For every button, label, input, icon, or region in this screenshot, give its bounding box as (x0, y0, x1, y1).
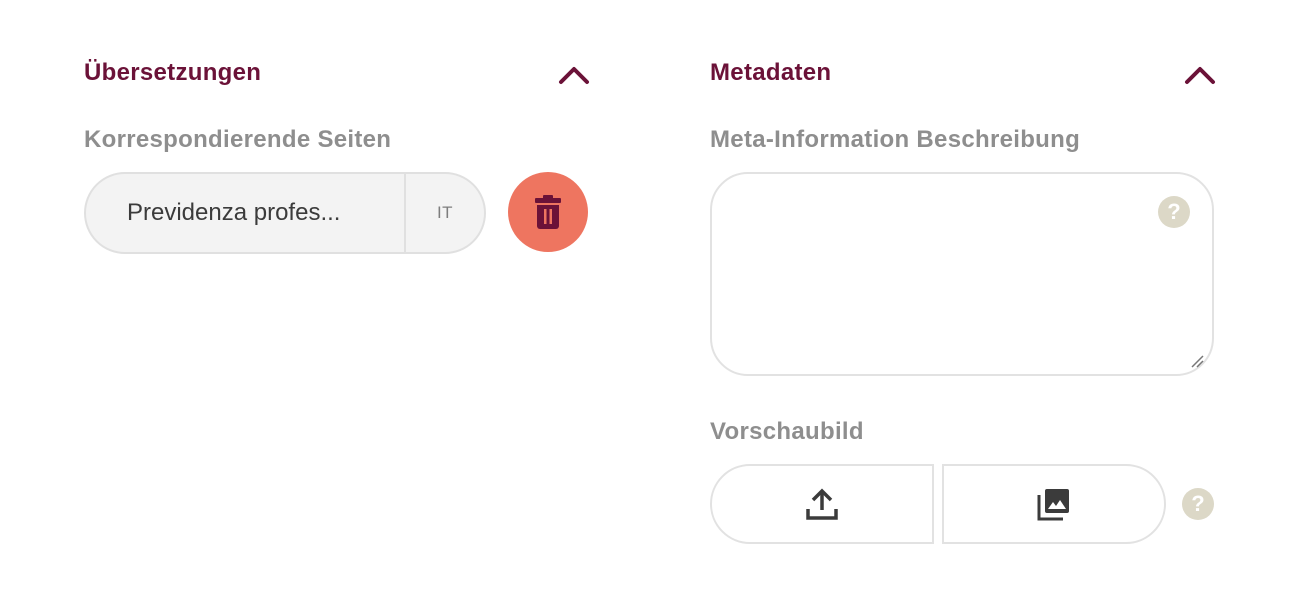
chevron-up-icon (559, 67, 589, 84)
image-library-button[interactable] (942, 464, 1166, 544)
corresponding-page-title[interactable]: Previdenza profes... (86, 174, 406, 252)
translations-collapse-toggle[interactable] (556, 60, 592, 90)
metadata-collapse-toggle[interactable] (1182, 60, 1218, 90)
chevron-up-icon (1185, 67, 1215, 84)
meta-description-textarea[interactable]: ? (710, 172, 1214, 376)
metadata-title: Metadaten (710, 59, 832, 86)
resize-handle-icon[interactable] (1190, 354, 1204, 368)
corresponding-page-item[interactable]: Previdenza profes... IT (84, 172, 486, 254)
translations-title: Übersetzungen (84, 59, 262, 86)
upload-image-button[interactable] (710, 464, 934, 544)
corresponding-pages-label: Korrespondierende Seiten (84, 126, 392, 153)
upload-icon (806, 488, 838, 520)
delete-translation-button[interactable] (508, 172, 588, 252)
help-icon[interactable]: ? (1158, 196, 1190, 228)
help-icon[interactable]: ? (1182, 488, 1214, 520)
preview-image-label: Vorschaubild (710, 418, 864, 445)
corresponding-page-language: IT (436, 203, 454, 222)
meta-description-label: Meta-Information Beschreibung (710, 126, 1081, 153)
trash-icon (535, 195, 561, 229)
image-library-icon (1037, 489, 1069, 521)
